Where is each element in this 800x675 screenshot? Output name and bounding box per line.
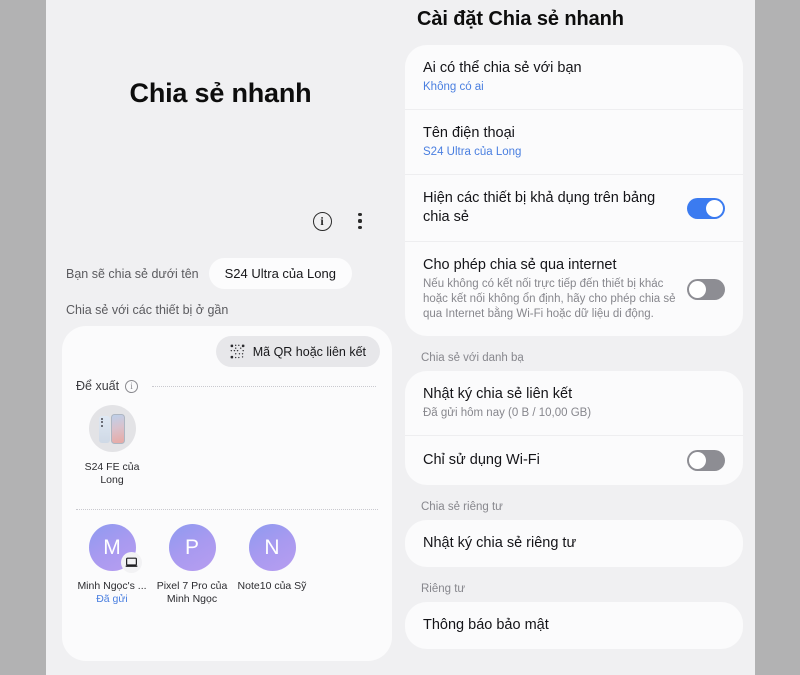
section-label-privacy: Riêng tư [421, 583, 466, 595]
settings-title: Cài đặt Chia sẻ nhanh [417, 8, 624, 30]
device-viewport: Chia sẻ nhanh i Bạn sẽ chia sẻ dưới tên … [46, 0, 755, 675]
row-title: Hiện các thiết bị khả dụng trên bảng chi… [423, 190, 656, 225]
avatar-initial: N [264, 535, 280, 559]
settings-card: Nhật ký chia sẻ riêng tư [405, 520, 743, 567]
device-name: S24 FE của Long [84, 461, 140, 486]
setting-row-wifi-only[interactable]: Chỉ sử dụng Wi-Fi [405, 435, 743, 485]
page-title: Chia sẻ nhanh [129, 78, 312, 108]
info-icon[interactable]: i [125, 379, 139, 393]
info-icon[interactable]: i [311, 210, 333, 232]
row-title: Thông báo bảo mật [423, 617, 549, 633]
device-status: Đã gửi [96, 593, 128, 605]
setting-row-who-can-share[interactable]: Ai có thể chia sẻ với bạn Không có ai [405, 45, 743, 109]
contact-device-grid: M Minh Ngọc's ... Đã gửi P Pixel 7 Pro c… [62, 510, 392, 606]
toggle-wifi-only[interactable] [687, 450, 725, 471]
device-name: Pixel 7 Pro của Minh Ngọc [156, 580, 228, 605]
quick-share-pane: Chia sẻ nhanh i Bạn sẽ chia sẻ dưới tên … [46, 0, 395, 675]
suggested-label: Để xuất [76, 379, 120, 393]
avatar-initial: P [184, 535, 199, 559]
pane-actions: i [311, 210, 371, 232]
screenshot-root: Chia sẻ nhanh i Bạn sẽ chia sẻ dưới tên … [0, 0, 800, 675]
toggle-show-available-devices[interactable] [687, 197, 725, 219]
settings-card: Ai có thể chia sẻ với bạn Không có ai Tê… [405, 45, 743, 336]
row-title: Chỉ sử dụng Wi-Fi [423, 452, 540, 468]
row-subtitle: S24 Ultra của Long [423, 146, 522, 158]
setting-row-phone-name[interactable]: Tên điện thoại S24 Ultra của Long [405, 109, 743, 174]
qr-row: Mã QR hoặc liên kết [62, 326, 392, 367]
device-item[interactable]: M Minh Ngọc's ... Đã gửi [72, 524, 152, 606]
share-as-row: Bạn sẽ chia sẻ dưới tên S24 Ultra của Lo… [66, 258, 376, 289]
phone-icon [88, 405, 136, 452]
setting-row-private-share-log[interactable]: Nhật ký chia sẻ riêng tư [405, 520, 743, 567]
setting-row-share-over-internet[interactable]: Cho phép chia sẻ qua internet Nếu không … [405, 241, 743, 336]
device-name: Minh Ngọc's ... [77, 580, 147, 592]
nearby-devices-label: Chia sẻ với các thiết bị ở gần [66, 303, 229, 317]
settings-card: Thông báo bảo mật [405, 602, 743, 649]
avatar: P [168, 524, 216, 571]
row-subtitle: Đã gửi hôm nay (0 B / 10,00 GB) [423, 407, 592, 419]
share-as-value-chip[interactable]: S24 Ultra của Long [208, 258, 352, 289]
device-item[interactable]: P Pixel 7 Pro của Minh Ngọc [152, 524, 232, 606]
device-item[interactable]: N Note10 của Sỹ [232, 524, 312, 606]
suggested-section-header: Để xuất i [62, 367, 392, 393]
toggle-share-over-internet[interactable] [687, 278, 725, 300]
setting-row-show-available-devices[interactable]: Hiện các thiết bị khả dụng trên bảng chi… [405, 174, 743, 241]
share-as-label: Bạn sẽ chia sẻ dưới tên [66, 266, 199, 281]
row-subtitle: Nếu không có kết nối trực tiếp đến thiết… [423, 278, 676, 320]
row-title: Nhật ký chia sẻ liên kết [423, 386, 573, 402]
qr-or-link-button[interactable]: Mã QR hoặc liên kết [215, 336, 380, 367]
device-item[interactable]: S24 FE của Long [72, 405, 152, 487]
setting-row-link-share-log[interactable]: Nhật ký chia sẻ liên kết Đã gửi hôm nay … [405, 371, 743, 435]
qr-code-icon [230, 344, 245, 359]
row-title: Tên điện thoại [423, 125, 515, 141]
section-label-share-with-contacts: Chia sẻ với danh bạ [421, 352, 524, 364]
section-label-private-sharing: Chia sẻ riêng tư [421, 501, 503, 513]
avatar-initial: M [103, 535, 121, 559]
row-title: Nhật ký chia sẻ riêng tư [423, 535, 577, 551]
row-title: Cho phép chia sẻ qua internet [423, 257, 617, 273]
qr-or-link-label: Mã QR hoặc liên kết [252, 344, 366, 359]
quick-share-settings-pane: Cài đặt Chia sẻ nhanh Ai có thể chia sẻ … [395, 0, 755, 675]
device-name: Note10 của Sỹ [237, 580, 307, 592]
row-subtitle: Không có ai [423, 81, 484, 93]
setting-row-security-notice[interactable]: Thông báo bảo mật [405, 602, 743, 649]
dotted-divider [152, 385, 376, 387]
settings-card: Nhật ký chia sẻ liên kết Đã gửi hôm nay … [405, 371, 743, 485]
more-vertical-icon[interactable] [349, 210, 371, 232]
laptop-icon [120, 552, 142, 573]
avatar: N [248, 524, 296, 571]
suggested-device-grid: S24 FE của Long [62, 393, 392, 487]
nearby-devices-card: Mã QR hoặc liên kết Để xuất i S24 FE của… [62, 326, 392, 661]
avatar: M [88, 524, 142, 573]
row-title: Ai có thể chia sẻ với bạn [423, 60, 582, 76]
